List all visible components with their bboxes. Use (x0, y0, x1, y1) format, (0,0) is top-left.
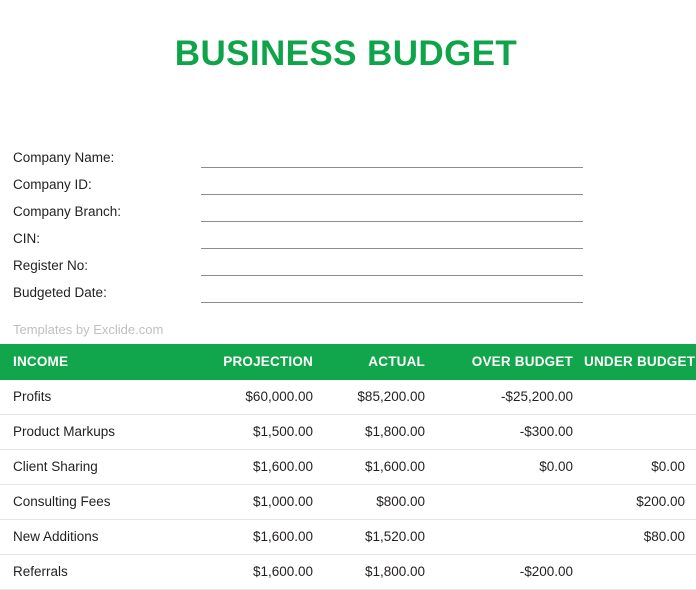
cell-income-name: New Additions (0, 519, 200, 555)
table-header: INCOME PROJECTION ACTUAL OVER BUDGET UND… (0, 343, 696, 380)
cell-under-budget: $200.00 (584, 484, 696, 520)
cell-over-budget (436, 484, 584, 520)
table-row: Consulting Fees $1,000.00 $800.00 $200.0… (0, 484, 696, 520)
cell-under-budget (584, 379, 696, 415)
cell-actual: $1,600.00 (324, 449, 436, 485)
cell-income-name: Client Sharing (0, 449, 200, 485)
cell-over-budget: -$25,200.00 (436, 379, 584, 415)
form-row-cin: CIN: (13, 225, 696, 252)
label-register-no: Register No: (13, 257, 89, 273)
input-cin[interactable] (201, 247, 583, 249)
input-company-branch[interactable] (201, 220, 583, 222)
column-header-under-budget[interactable]: UNDER BUDGET (584, 343, 696, 380)
column-header-over-budget[interactable]: OVER BUDGET (436, 343, 584, 380)
table-body: Profits $60,000.00 $85,200.00 -$25,200.0… (0, 379, 696, 590)
cell-actual: $1,800.00 (324, 414, 436, 450)
table-row: Product Markups $1,500.00 $1,800.00 -$30… (0, 414, 696, 450)
cell-actual: $85,200.00 (324, 379, 436, 415)
cell-projection: $1,600.00 (200, 554, 324, 590)
cell-income-name: Referrals (0, 554, 200, 590)
table-header-row: INCOME PROJECTION ACTUAL OVER BUDGET UND… (0, 343, 696, 380)
cell-under-budget: $0.00 (584, 449, 696, 485)
table-row: Referrals $1,600.00 $1,800.00 -$200.00 (0, 554, 696, 590)
cell-income-name: Profits (0, 379, 200, 415)
label-company-id: Company ID: (13, 176, 92, 192)
cell-projection: $60,000.00 (200, 379, 324, 415)
cell-actual: $1,800.00 (324, 554, 436, 590)
input-company-id[interactable] (201, 193, 583, 195)
cell-over-budget: -$300.00 (436, 414, 584, 450)
cell-income-name: Consulting Fees (0, 484, 200, 520)
form-row-company-id: Company ID: (13, 171, 696, 198)
cell-over-budget (436, 519, 584, 555)
table-row: Profits $60,000.00 $85,200.00 -$25,200.0… (0, 379, 696, 415)
label-company-branch: Company Branch: (13, 203, 122, 219)
table-row: New Additions $1,600.00 $1,520.00 $80.00 (0, 519, 696, 555)
title-bar: BUSINESS BUDGET (0, 0, 696, 98)
table-row: Client Sharing $1,600.00 $1,600.00 $0.00… (0, 449, 696, 485)
income-budget-table: INCOME PROJECTION ACTUAL OVER BUDGET UND… (0, 343, 696, 590)
form-row-register-no: Register No: (13, 252, 696, 279)
form-row-company-branch: Company Branch: (13, 198, 696, 225)
cell-projection: $1,600.00 (200, 519, 324, 555)
cell-projection: $1,500.00 (200, 414, 324, 450)
cell-under-budget (584, 554, 696, 590)
form-row-budgeted-date: Budgeted Date: (13, 279, 696, 306)
label-company-name: Company Name: (13, 149, 115, 165)
cell-under-budget (584, 414, 696, 450)
page-title: BUSINESS BUDGET (174, 34, 518, 74)
company-info-form: Company Name: Company ID: Company Branch… (0, 144, 696, 306)
cell-actual: $1,520.00 (324, 519, 436, 555)
input-register-no[interactable] (201, 274, 583, 276)
cell-over-budget: -$200.00 (436, 554, 584, 590)
cell-over-budget: $0.00 (436, 449, 584, 485)
cell-actual: $800.00 (324, 484, 436, 520)
column-header-income[interactable]: INCOME (0, 343, 200, 380)
label-budgeted-date: Budgeted Date: (13, 284, 107, 300)
label-cin: CIN: (13, 230, 40, 246)
column-header-actual[interactable]: ACTUAL (324, 343, 436, 380)
cell-projection: $1,000.00 (200, 484, 324, 520)
form-row-company-name: Company Name: (13, 144, 696, 171)
input-company-name[interactable] (201, 166, 583, 168)
input-budgeted-date[interactable] (201, 301, 583, 303)
column-header-projection[interactable]: PROJECTION (200, 343, 324, 380)
template-credit: Templates by Exclide.com (13, 321, 164, 337)
cell-under-budget: $80.00 (584, 519, 696, 555)
cell-projection: $1,600.00 (200, 449, 324, 485)
cell-income-name: Product Markups (0, 414, 200, 450)
